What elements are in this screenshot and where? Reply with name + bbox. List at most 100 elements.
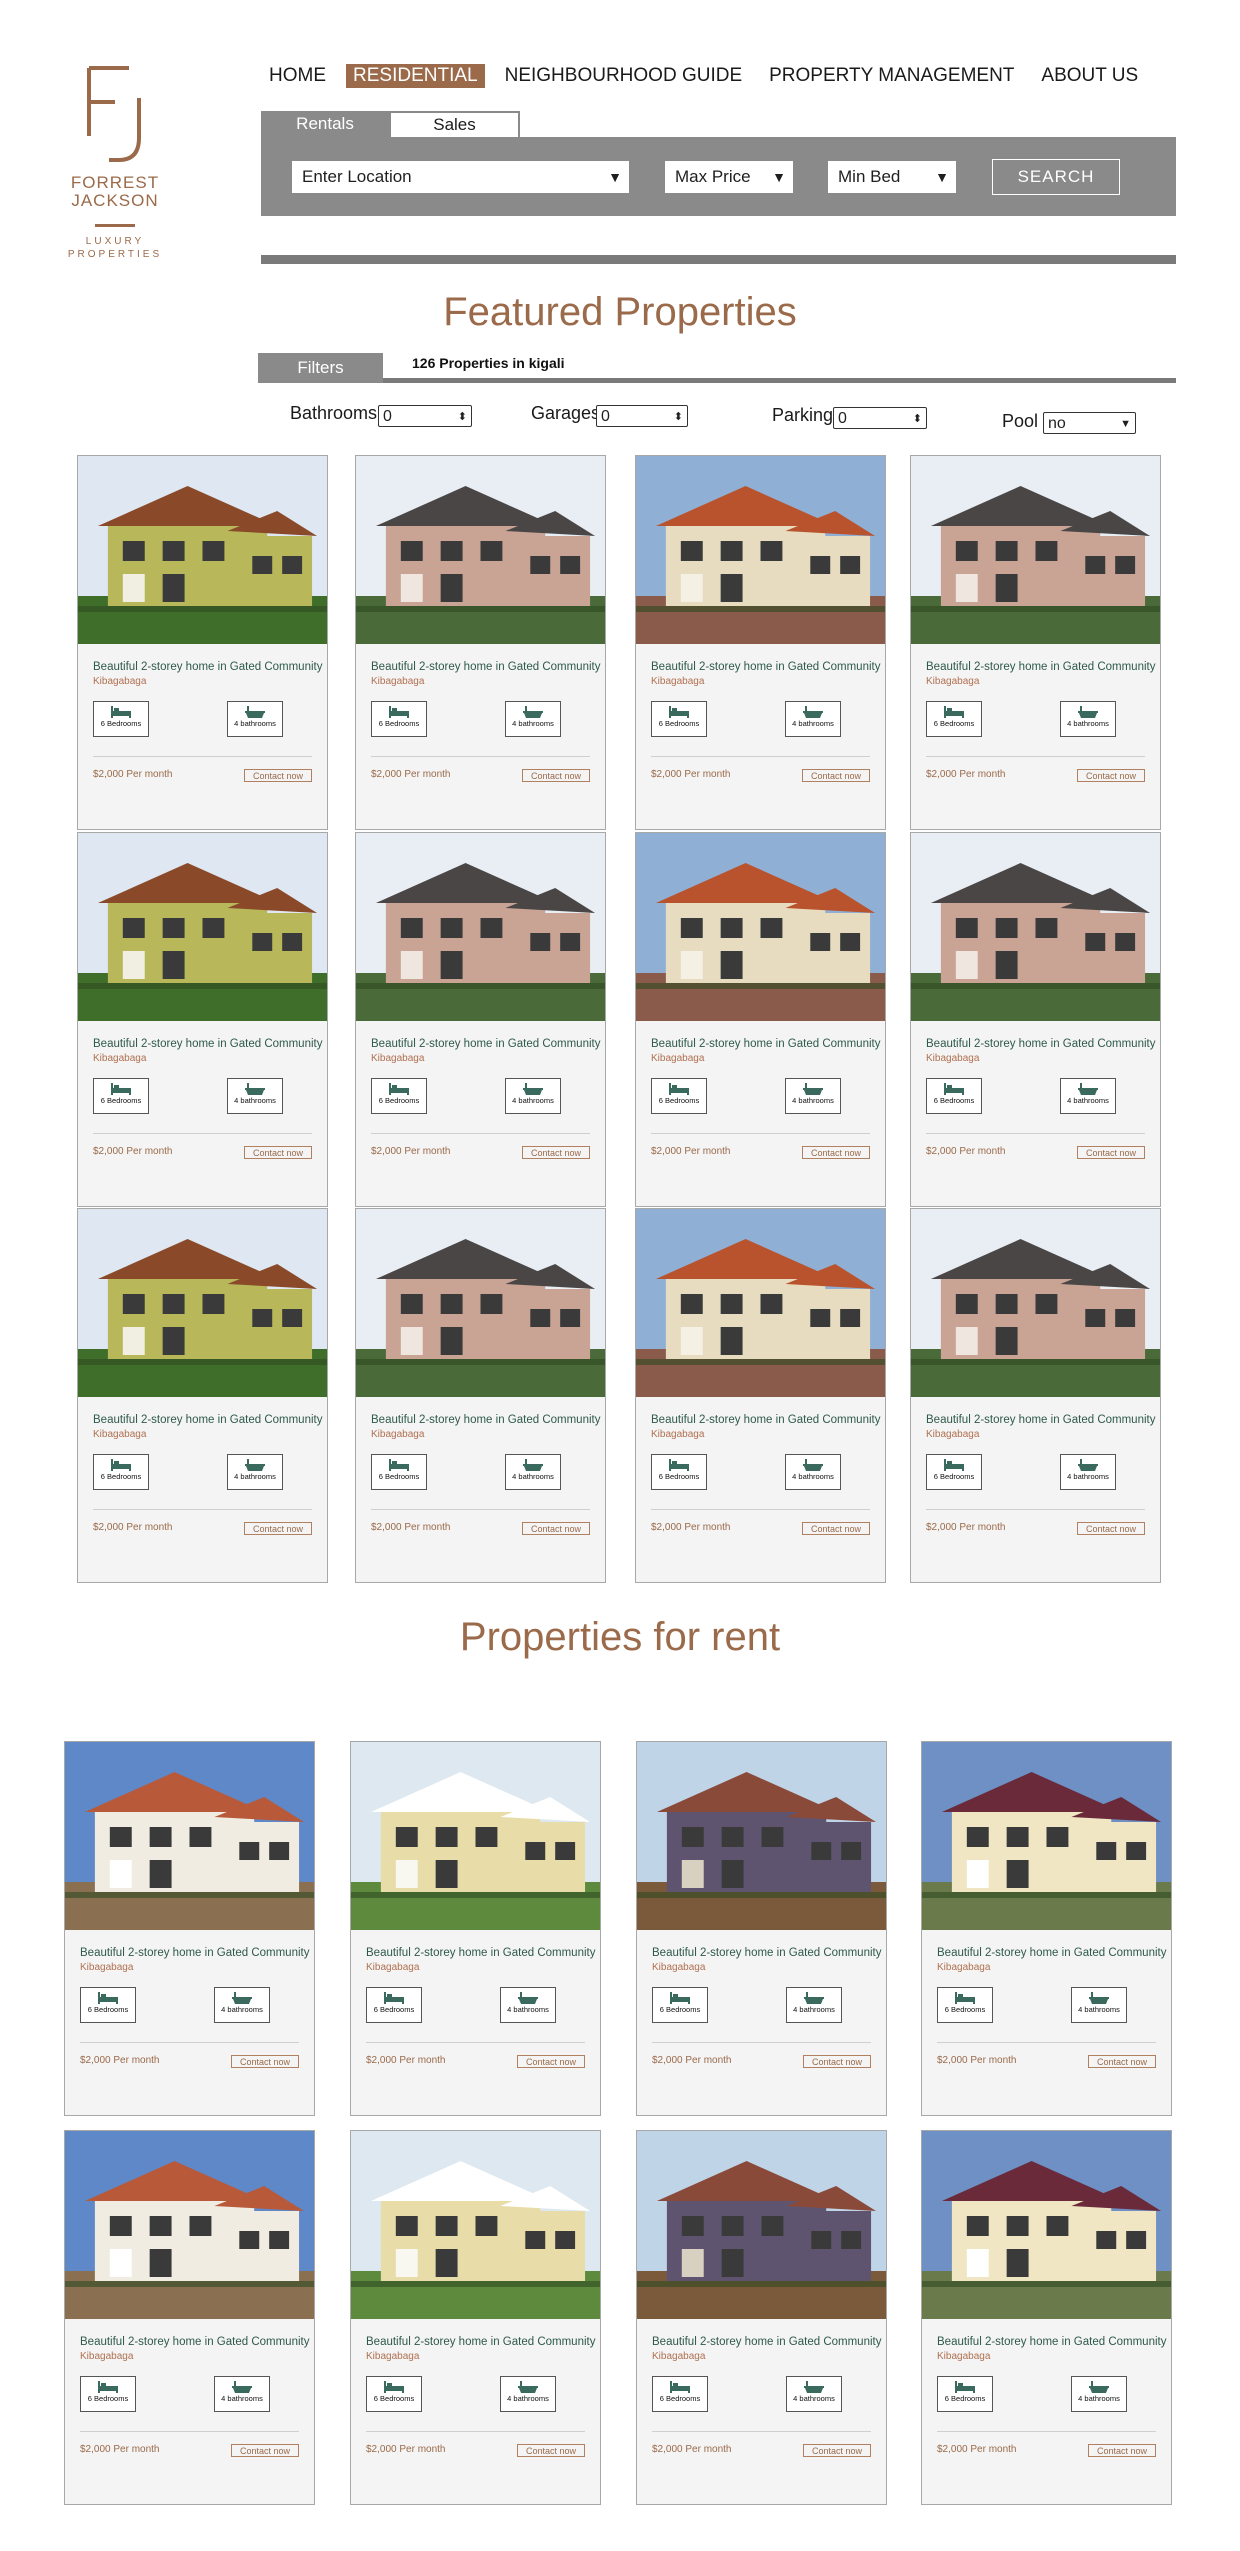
- property-photo[interactable]: [637, 1742, 886, 1930]
- property-title[interactable]: Beautiful 2-storey home in Gated Communi…: [93, 1038, 322, 1050]
- property-title[interactable]: Beautiful 2-storey home in Gated Communi…: [937, 2336, 1166, 2348]
- property-photo[interactable]: [911, 1209, 1160, 1397]
- tab-sales[interactable]: Sales: [389, 111, 520, 137]
- property-card[interactable]: Beautiful 2-storey home in Gated Communi…: [635, 455, 886, 830]
- property-title[interactable]: Beautiful 2-storey home in Gated Communi…: [93, 1414, 322, 1426]
- property-photo[interactable]: [351, 2131, 600, 2319]
- property-title[interactable]: Beautiful 2-storey home in Gated Communi…: [93, 661, 322, 673]
- pool-filter-select[interactable]: no ▼: [1043, 412, 1136, 434]
- property-photo[interactable]: [65, 1742, 314, 1930]
- property-card[interactable]: Beautiful 2-storey home in Gated Communi…: [350, 1741, 601, 2116]
- property-card[interactable]: Beautiful 2-storey home in Gated Communi…: [636, 1741, 887, 2116]
- property-photo[interactable]: [636, 833, 885, 1021]
- contact-button[interactable]: Contact now: [522, 1146, 590, 1159]
- contact-button[interactable]: Contact now: [1077, 1522, 1145, 1535]
- contact-button[interactable]: Contact now: [802, 1522, 870, 1535]
- nav-about-us[interactable]: ABOUT US: [1034, 64, 1145, 88]
- property-card[interactable]: Beautiful 2-storey home in Gated Communi…: [635, 832, 886, 1207]
- property-photo[interactable]: [636, 456, 885, 644]
- property-card[interactable]: Beautiful 2-storey home in Gated Communi…: [350, 2130, 601, 2505]
- property-card[interactable]: Beautiful 2-storey home in Gated Communi…: [910, 1208, 1161, 1583]
- property-photo[interactable]: [356, 833, 605, 1021]
- property-title[interactable]: Beautiful 2-storey home in Gated Communi…: [651, 661, 880, 673]
- property-title[interactable]: Beautiful 2-storey home in Gated Communi…: [652, 2336, 881, 2348]
- property-photo[interactable]: [78, 1209, 327, 1397]
- property-card[interactable]: Beautiful 2-storey home in Gated Communi…: [77, 455, 328, 830]
- property-card[interactable]: Beautiful 2-storey home in Gated Communi…: [636, 2130, 887, 2505]
- contact-button[interactable]: Contact now: [244, 1146, 312, 1159]
- contact-button[interactable]: Contact now: [244, 769, 312, 782]
- property-card[interactable]: Beautiful 2-storey home in Gated Communi…: [77, 832, 328, 1207]
- contact-button[interactable]: Contact now: [517, 2444, 585, 2457]
- contact-button[interactable]: Contact now: [244, 1522, 312, 1535]
- bathrooms-text: 4 bathrooms: [1067, 1472, 1109, 1481]
- nav-neighbourhood-guide[interactable]: NEIGHBOURHOOD GUIDE: [498, 64, 750, 88]
- property-card[interactable]: Beautiful 2-storey home in Gated Communi…: [355, 832, 606, 1207]
- filters-tab[interactable]: Filters: [258, 353, 383, 383]
- property-title[interactable]: Beautiful 2-storey home in Gated Communi…: [371, 1414, 600, 1426]
- property-card[interactable]: Beautiful 2-storey home in Gated Communi…: [921, 2130, 1172, 2505]
- property-card[interactable]: Beautiful 2-storey home in Gated Communi…: [64, 1741, 315, 2116]
- tab-rentals[interactable]: Rentals: [261, 111, 389, 137]
- nav-home[interactable]: HOME: [262, 64, 333, 88]
- property-photo[interactable]: [637, 2131, 886, 2319]
- contact-button[interactable]: Contact now: [517, 2055, 585, 2068]
- property-photo[interactable]: [911, 456, 1160, 644]
- contact-button[interactable]: Contact now: [802, 1146, 870, 1159]
- property-title[interactable]: Beautiful 2-storey home in Gated Communi…: [926, 1414, 1155, 1426]
- property-title[interactable]: Beautiful 2-storey home in Gated Communi…: [80, 2336, 309, 2348]
- property-card[interactable]: Beautiful 2-storey home in Gated Communi…: [921, 1741, 1172, 2116]
- property-photo[interactable]: [65, 2131, 314, 2319]
- contact-button[interactable]: Contact now: [522, 1522, 590, 1535]
- property-card[interactable]: Beautiful 2-storey home in Gated Communi…: [77, 1208, 328, 1583]
- search-button[interactable]: SEARCH: [992, 159, 1120, 195]
- property-photo[interactable]: [911, 833, 1160, 1021]
- nav-property-management[interactable]: PROPERTY MANAGEMENT: [762, 64, 1021, 88]
- property-title[interactable]: Beautiful 2-storey home in Gated Communi…: [80, 1947, 309, 1959]
- contact-button[interactable]: Contact now: [803, 2055, 871, 2068]
- property-photo[interactable]: [922, 1742, 1171, 1930]
- location-select[interactable]: Enter Location ▼: [292, 161, 629, 193]
- contact-button[interactable]: Contact now: [803, 2444, 871, 2457]
- logo[interactable]: FORREST JACKSON LUXURY PROPERTIES: [55, 66, 175, 276]
- contact-button[interactable]: Contact now: [1088, 2444, 1156, 2457]
- contact-button[interactable]: Contact now: [1077, 769, 1145, 782]
- property-card[interactable]: Beautiful 2-storey home in Gated Communi…: [355, 1208, 606, 1583]
- contact-button[interactable]: Contact now: [231, 2444, 299, 2457]
- property-title[interactable]: Beautiful 2-storey home in Gated Communi…: [371, 661, 600, 673]
- property-title[interactable]: Beautiful 2-storey home in Gated Communi…: [926, 661, 1155, 673]
- property-title[interactable]: Beautiful 2-storey home in Gated Communi…: [651, 1038, 880, 1050]
- property-title[interactable]: Beautiful 2-storey home in Gated Communi…: [371, 1038, 600, 1050]
- garages-filter-select[interactable]: 0 ⬍: [596, 405, 688, 427]
- property-card[interactable]: Beautiful 2-storey home in Gated Communi…: [910, 455, 1161, 830]
- bathrooms-text: 4 bathrooms: [221, 2394, 263, 2403]
- property-title[interactable]: Beautiful 2-storey home in Gated Communi…: [366, 1947, 595, 1959]
- contact-button[interactable]: Contact now: [1088, 2055, 1156, 2068]
- property-photo[interactable]: [636, 1209, 885, 1397]
- property-title[interactable]: Beautiful 2-storey home in Gated Communi…: [926, 1038, 1155, 1050]
- property-title[interactable]: Beautiful 2-storey home in Gated Communi…: [651, 1414, 880, 1426]
- property-title[interactable]: Beautiful 2-storey home in Gated Communi…: [652, 1947, 881, 1959]
- bedrooms-text: 6 Bedrooms: [373, 2394, 415, 2403]
- property-card[interactable]: Beautiful 2-storey home in Gated Communi…: [635, 1208, 886, 1583]
- contact-button[interactable]: Contact now: [231, 2055, 299, 2068]
- property-photo[interactable]: [78, 456, 327, 644]
- property-photo[interactable]: [922, 2131, 1171, 2319]
- property-title[interactable]: Beautiful 2-storey home in Gated Communi…: [366, 2336, 595, 2348]
- property-photo[interactable]: [356, 456, 605, 644]
- property-photo[interactable]: [356, 1209, 605, 1397]
- property-card[interactable]: Beautiful 2-storey home in Gated Communi…: [355, 455, 606, 830]
- nav-residential[interactable]: RESIDENTIAL: [346, 64, 485, 88]
- parking-filter-select[interactable]: 0 ⬍: [833, 407, 927, 429]
- property-card[interactable]: Beautiful 2-storey home in Gated Communi…: [64, 2130, 315, 2505]
- contact-button[interactable]: Contact now: [1077, 1146, 1145, 1159]
- contact-button[interactable]: Contact now: [802, 769, 870, 782]
- bathrooms-filter-select[interactable]: 0 ⬍: [378, 405, 472, 427]
- max-price-select[interactable]: Max Price ▼: [665, 161, 793, 193]
- property-card[interactable]: Beautiful 2-storey home in Gated Communi…: [910, 832, 1161, 1207]
- property-photo[interactable]: [351, 1742, 600, 1930]
- contact-button[interactable]: Contact now: [522, 769, 590, 782]
- min-bed-select[interactable]: Min Bed ▼: [828, 161, 956, 193]
- property-photo[interactable]: [78, 833, 327, 1021]
- property-title[interactable]: Beautiful 2-storey home in Gated Communi…: [937, 1947, 1166, 1959]
